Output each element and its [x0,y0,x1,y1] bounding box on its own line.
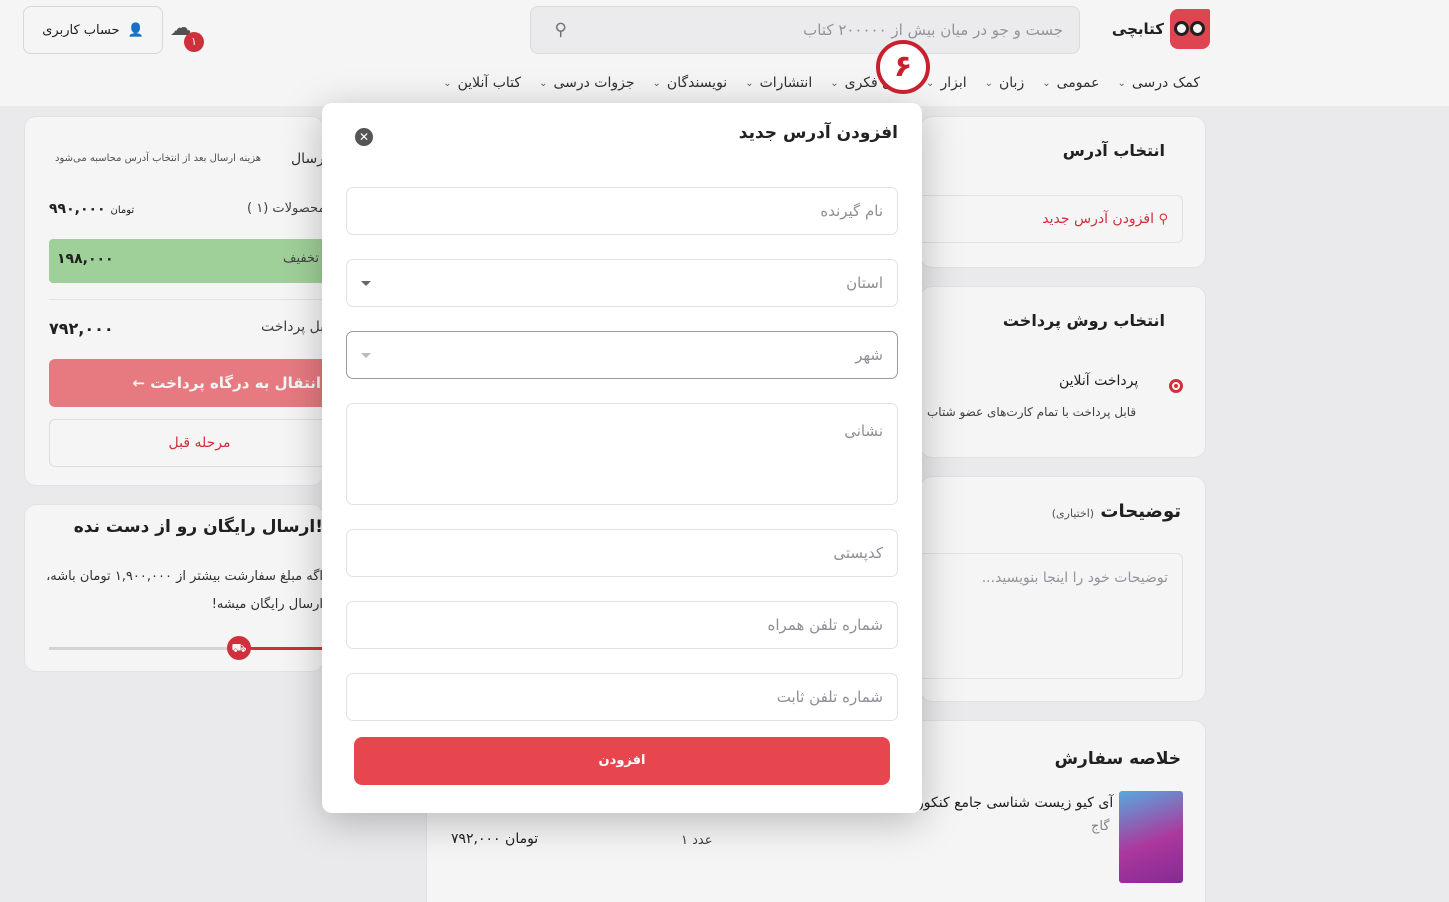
close-icon[interactable]: ✕ [355,128,373,146]
postal-code-field[interactable]: کدپستی [346,529,898,577]
address-textarea[interactable]: نشانی [346,403,898,505]
mobile-placeholder: شماره تلفن همراه [767,616,883,634]
province-select[interactable]: استان [346,259,898,307]
landline-placeholder: شماره تلفن ثابت [776,688,883,706]
city-select[interactable]: شهر [346,331,898,379]
mobile-phone-field[interactable]: شماره تلفن همراه [346,601,898,649]
recipient-placeholder: نام گیرنده [820,202,883,220]
city-placeholder: شهر [855,346,883,364]
step-number-badge: ۶ [876,40,930,94]
recipient-name-field[interactable]: نام گیرنده [346,187,898,235]
add-address-modal: افزودن آدرس جدید ✕ نام گیرنده استان شهر … [322,103,922,813]
add-address-submit-button[interactable]: افزودن [354,737,890,785]
dropdown-arrow-icon [361,280,371,286]
address-placeholder: نشانی [844,422,883,440]
province-placeholder: استان [846,274,883,292]
landline-phone-field[interactable]: شماره تلفن ثابت [346,673,898,721]
modal-title: افزودن آدرس جدید [738,123,898,143]
dropdown-arrow-icon [361,352,371,358]
postal-placeholder: کدپستی [833,544,883,562]
